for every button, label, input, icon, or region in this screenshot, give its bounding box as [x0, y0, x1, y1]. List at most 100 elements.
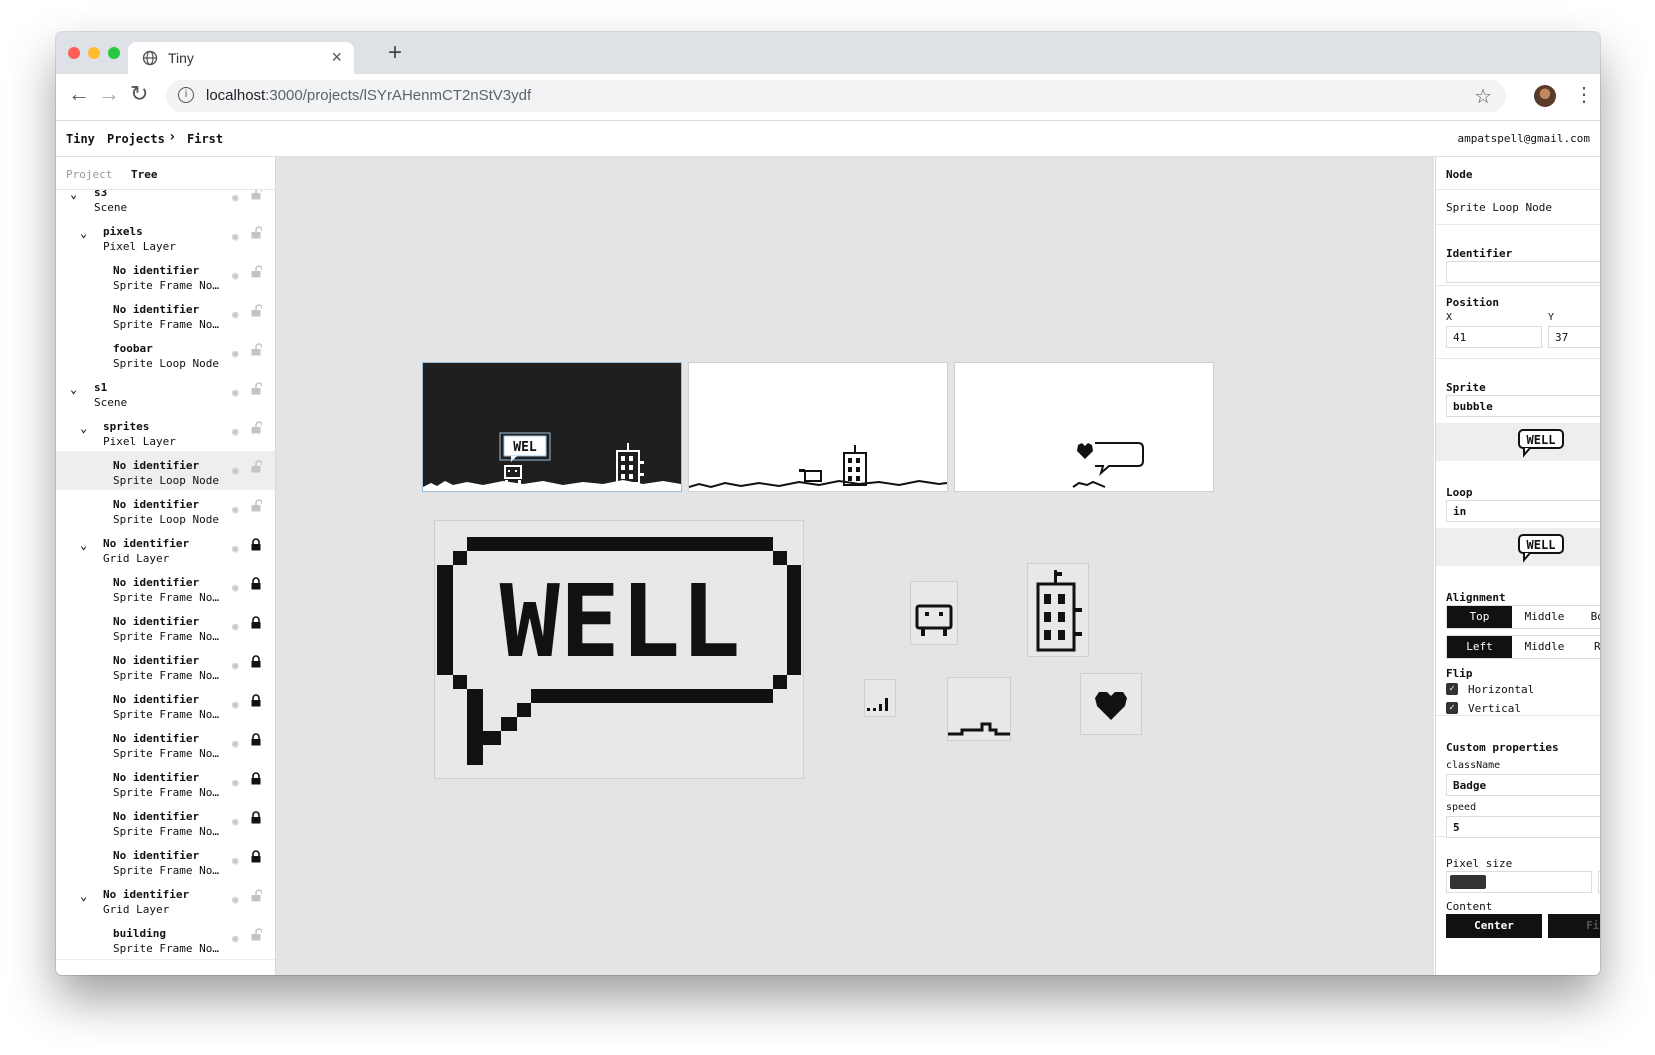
tree-row[interactable]: ⌄ pixels Pixel Layer ◉: [56, 217, 275, 258]
tree-row[interactable]: ⌄ s1 Scene ◉: [56, 373, 275, 414]
visibility-eye-icon[interactable]: ◉: [232, 893, 239, 906]
unlock-icon[interactable]: [250, 928, 262, 941]
align-bottom-button[interactable]: Bottom: [1578, 606, 1600, 628]
unlock-icon[interactable]: [250, 226, 262, 239]
pixel-size-input[interactable]: 2: [1598, 871, 1600, 893]
robot-sprite-preview[interactable]: [910, 581, 958, 645]
visibility-eye-icon[interactable]: ◉: [232, 776, 239, 789]
visibility-eye-icon[interactable]: ◉: [232, 815, 239, 828]
ground-sprite-preview[interactable]: [947, 677, 1011, 741]
chevron-down-icon[interactable]: ⌄: [80, 226, 87, 240]
x-input[interactable]: 41: [1446, 326, 1542, 348]
chevron-down-icon[interactable]: ⌄: [80, 421, 87, 435]
tree-row[interactable]: No identifier Sprite Frame No… ◉: [56, 724, 275, 765]
tree-row[interactable]: No identifier Sprite Frame No… ◉: [56, 763, 275, 804]
app-name-link[interactable]: Tiny: [66, 132, 95, 146]
center-button[interactable]: Center: [1446, 914, 1542, 938]
visibility-eye-icon[interactable]: ◉: [232, 503, 239, 516]
address-bar[interactable]: i localhost:3000/projects/lSYrAHenmCT2nS…: [166, 80, 1506, 112]
scene-preview-dark[interactable]: WEL: [422, 362, 682, 492]
tree-row[interactable]: No identifier Sprite Loop Node ◉: [56, 490, 275, 531]
lock-icon[interactable]: [250, 616, 262, 629]
scene-preview-2[interactable]: [688, 362, 948, 492]
browser-tab[interactable]: Tiny ×: [128, 42, 354, 74]
scene-preview-3[interactable]: [954, 362, 1214, 492]
visibility-eye-icon[interactable]: ◉: [232, 932, 239, 945]
chevron-down-icon[interactable]: ⌄: [70, 382, 77, 396]
tree-row[interactable]: No identifier Sprite Frame No… ◉: [56, 646, 275, 687]
tree-row[interactable]: building Sprite Frame No… ◉: [56, 919, 275, 960]
lock-icon[interactable]: [250, 733, 262, 746]
align-middle-button[interactable]: Middle: [1512, 606, 1577, 628]
unlock-icon[interactable]: [250, 343, 262, 356]
tree-row[interactable]: ⌄ sprites Pixel Layer ◉: [56, 412, 275, 453]
visibility-eye-icon[interactable]: ◉: [232, 308, 239, 321]
align-right-button[interactable]: Right: [1578, 636, 1600, 658]
tree-row[interactable]: ⌄ No identifier Grid Layer ◉: [56, 529, 275, 570]
loop-select[interactable]: in: [1446, 500, 1600, 522]
lock-icon[interactable]: [250, 538, 262, 551]
tree-row[interactable]: No identifier Sprite Frame No… ◉: [56, 568, 275, 609]
signal-sprite-preview[interactable]: [864, 679, 896, 717]
visibility-eye-icon[interactable]: ◉: [232, 230, 239, 243]
lock-icon[interactable]: [250, 850, 262, 863]
user-email[interactable]: ampatspell@gmail.com: [1458, 132, 1590, 145]
heart-sprite-preview[interactable]: [1080, 673, 1142, 735]
tree-row[interactable]: No identifier Sprite Frame No… ◉: [56, 295, 275, 336]
flip-horizontal-checkbox[interactable]: ✓: [1446, 683, 1458, 695]
zoom-window-button[interactable]: [108, 47, 120, 59]
close-tab-icon[interactable]: ×: [331, 47, 342, 68]
canvas-area[interactable]: WEL WELL: [276, 157, 1434, 975]
unlock-icon[interactable]: [250, 190, 262, 200]
prop-speed-input[interactable]: 5: [1446, 816, 1600, 838]
new-tab-icon[interactable]: +: [388, 41, 402, 65]
pixel-color-picker[interactable]: [1446, 871, 1592, 893]
visibility-eye-icon[interactable]: ◉: [232, 698, 239, 711]
align-top-button[interactable]: Top: [1447, 606, 1512, 628]
prop-classname-input[interactable]: Badge: [1446, 774, 1600, 796]
visibility-eye-icon[interactable]: ◉: [232, 464, 239, 477]
forward-arrow-icon[interactable]: →: [98, 82, 120, 106]
back-arrow-icon[interactable]: ←: [68, 82, 90, 106]
identifier-input[interactable]: [1446, 261, 1600, 283]
unlock-icon[interactable]: [250, 460, 262, 473]
tree-row[interactable]: ⌄ s3 Scene ◉: [56, 190, 275, 219]
chevron-down-icon[interactable]: ⌄: [80, 889, 87, 903]
chevron-down-icon[interactable]: ⌄: [70, 190, 77, 201]
browser-menu-icon[interactable]: ⋮: [1574, 83, 1594, 107]
visibility-eye-icon[interactable]: ◉: [232, 269, 239, 282]
visibility-eye-icon[interactable]: ◉: [232, 191, 239, 204]
unlock-icon[interactable]: [250, 304, 262, 317]
visibility-eye-icon[interactable]: ◉: [232, 386, 239, 399]
reload-icon[interactable]: ↻: [130, 82, 148, 106]
tree-row[interactable]: No identifier Sprite Frame No… ◉: [56, 685, 275, 726]
visibility-eye-icon[interactable]: ◉: [232, 737, 239, 750]
unlock-icon[interactable]: [250, 382, 262, 395]
fit-button[interactable]: Fit: [1548, 914, 1600, 938]
tree-row[interactable]: No identifier Sprite Loop Node ◉: [56, 451, 275, 492]
tree-row[interactable]: No identifier Sprite Frame No… ◉: [56, 802, 275, 843]
tree-row[interactable]: No identifier Sprite Frame No… ◉: [56, 607, 275, 648]
lock-icon[interactable]: [250, 694, 262, 707]
lock-icon[interactable]: [250, 811, 262, 824]
profile-avatar[interactable]: [1534, 85, 1556, 107]
tree-row[interactable]: foobar Sprite Loop Node ◉: [56, 334, 275, 375]
bubble-sprite-preview[interactable]: WELL: [434, 520, 804, 779]
tree-row[interactable]: ⌄ No identifier Grid Layer ◉: [56, 880, 275, 921]
tab-tree[interactable]: Tree: [131, 168, 158, 181]
unlock-icon[interactable]: [250, 265, 262, 278]
visibility-eye-icon[interactable]: ◉: [232, 425, 239, 438]
unlock-icon[interactable]: [250, 889, 262, 902]
flip-vertical-checkbox[interactable]: ✓: [1446, 702, 1458, 714]
visibility-eye-icon[interactable]: ◉: [232, 347, 239, 360]
tree-row[interactable]: No identifier Sprite Frame No… ◉: [56, 841, 275, 882]
bookmark-star-icon[interactable]: ☆: [1474, 84, 1492, 109]
visibility-eye-icon[interactable]: ◉: [232, 659, 239, 672]
minimize-window-button[interactable]: [88, 47, 100, 59]
visibility-eye-icon[interactable]: ◉: [232, 854, 239, 867]
unlock-icon[interactable]: [250, 499, 262, 512]
info-icon[interactable]: i: [178, 87, 194, 103]
unlock-icon[interactable]: [250, 421, 262, 434]
align-center-button[interactable]: Middle: [1512, 636, 1577, 658]
projects-link[interactable]: Projects: [107, 132, 165, 146]
